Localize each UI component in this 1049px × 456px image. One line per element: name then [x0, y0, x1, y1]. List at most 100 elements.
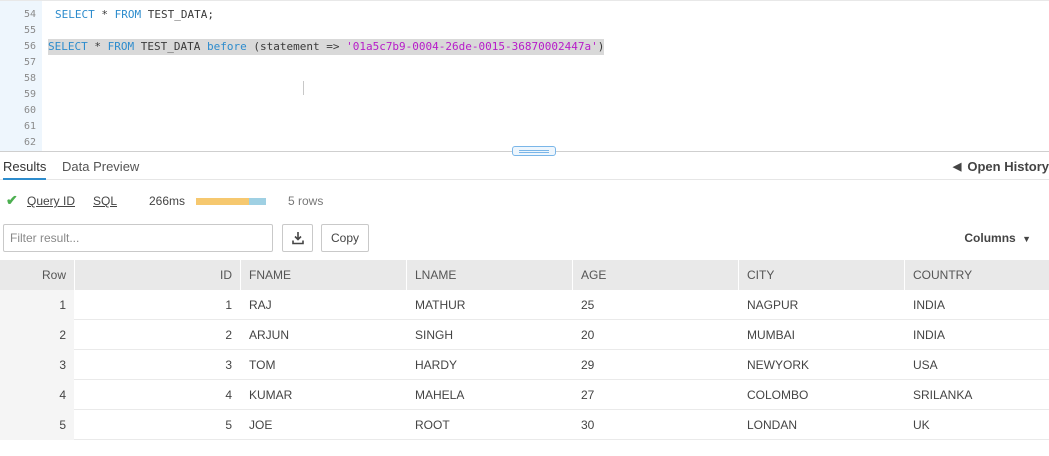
open-history-label: Open History	[967, 159, 1049, 174]
cell-row[interactable]: 5	[0, 410, 66, 440]
code-token: TEST_DATA	[134, 40, 207, 53]
column-divider[interactable]	[74, 260, 75, 290]
sql-keyword: SELECT	[48, 40, 88, 53]
sql-keyword: FROM	[107, 40, 135, 53]
cell-city[interactable]: NAGPUR	[747, 290, 897, 320]
column-header-row[interactable]: Row	[0, 260, 66, 290]
code-line[interactable]: 55	[0, 23, 1049, 39]
cell-row[interactable]: 2	[0, 320, 66, 350]
cell-lname[interactable]: HARDY	[415, 350, 565, 380]
cell-country[interactable]: UK	[913, 410, 1043, 440]
checkmark-icon: ✔	[6, 192, 18, 208]
column-divider[interactable]	[738, 260, 739, 290]
code-token: *	[94, 8, 115, 21]
sql-link[interactable]: SQL	[93, 194, 117, 208]
code-token: TEST_DATA;	[141, 8, 214, 21]
code-line[interactable]: 61	[0, 119, 1049, 135]
cell-id[interactable]: 2	[75, 320, 232, 350]
code-line[interactable]: 57	[0, 55, 1049, 71]
cell-age[interactable]: 29	[581, 350, 731, 380]
column-divider[interactable]	[904, 260, 905, 290]
tab-results[interactable]: Results	[3, 159, 47, 180]
cell-id[interactable]: 5	[75, 410, 232, 440]
cell-city[interactable]: COLOMBO	[747, 380, 897, 410]
cell-lname[interactable]: MAHELA	[415, 380, 565, 410]
column-header-city[interactable]: CITY	[747, 260, 897, 290]
code-line[interactable]: 59	[0, 87, 1049, 103]
text-cursor-icon	[301, 81, 307, 95]
column-header-lname[interactable]: LNAME	[415, 260, 565, 290]
row-count: 5 rows	[288, 194, 324, 208]
cell-lname[interactable]: ROOT	[415, 410, 565, 440]
code-line[interactable]: 60	[0, 103, 1049, 119]
column-header-age[interactable]: AGE	[581, 260, 731, 290]
cell-id[interactable]: 3	[75, 350, 232, 380]
cell-fname[interactable]: JOE	[249, 410, 399, 440]
sql-keyword: SELECT	[55, 8, 95, 21]
line-number: 57	[23, 57, 36, 68]
table-row[interactable]: 1 1 RAJ MATHUR 25 NAGPUR INDIA	[0, 290, 1049, 320]
column-divider[interactable]	[240, 260, 241, 290]
table-row[interactable]: 3 3 TOM HARDY 29 NEWYORK USA	[0, 350, 1049, 380]
line-number: 58	[23, 73, 36, 84]
line-number: 59	[23, 89, 36, 100]
column-divider[interactable]	[406, 260, 407, 290]
cell-age[interactable]: 20	[581, 320, 731, 350]
cell-country[interactable]: SRILANKA	[913, 380, 1043, 410]
column-divider[interactable]	[572, 260, 573, 290]
cell-country[interactable]: INDIA	[913, 320, 1043, 350]
results-toolbar: Copy Columns ▼	[0, 224, 1049, 253]
code-token: )	[597, 40, 605, 53]
columns-dropdown[interactable]: Columns ▼	[964, 231, 1031, 245]
open-history-button[interactable]: ◀ Open History	[953, 159, 1049, 174]
line-number: 54	[23, 9, 36, 20]
cell-fname[interactable]: KUMAR	[249, 380, 399, 410]
line-number: 60	[23, 105, 36, 116]
code-line[interactable]: 56 SELECT * FROM TEST_DATA before (statem…	[0, 39, 1049, 55]
column-header-country[interactable]: COUNTRY	[913, 260, 1043, 290]
table-row[interactable]: 4 4 KUMAR MAHELA 27 COLOMBO SRILANKA	[0, 380, 1049, 410]
line-number: 62	[23, 137, 36, 148]
cell-row[interactable]: 3	[0, 350, 66, 380]
table-row[interactable]: 2 2 ARJUN SINGH 20 MUMBAI INDIA	[0, 320, 1049, 350]
cell-row[interactable]: 4	[0, 380, 66, 410]
column-header-fname[interactable]: FNAME	[249, 260, 399, 290]
results-grid: Row ID FNAME LNAME AGE CITY COUNTRY 1 1 RAJ MATHU…	[0, 260, 1049, 440]
cell-city[interactable]: MUMBAI	[747, 320, 897, 350]
grid-body: 1 1 RAJ MATHUR 25 NAGPUR INDIA 2 2 ARJUN SINGH 20 MU…	[0, 290, 1049, 440]
cell-row[interactable]: 1	[0, 290, 66, 320]
table-row[interactable]: 5 5 JOE ROOT 30 LONDAN UK	[0, 410, 1049, 440]
cell-country[interactable]: INDIA	[913, 290, 1043, 320]
code-line[interactable]: 54 SELECT * FROM TEST_DATA;	[0, 7, 1049, 23]
cell-city[interactable]: LONDAN	[747, 410, 897, 440]
download-button[interactable]	[282, 224, 313, 252]
cell-fname[interactable]: TOM	[249, 350, 399, 380]
cell-fname[interactable]: ARJUN	[249, 320, 399, 350]
query-id-link[interactable]: Query ID	[27, 194, 75, 208]
code-text: SELECT * FROM TEST_DATA;	[55, 7, 214, 23]
duration-bar	[196, 198, 266, 205]
caret-down-icon: ▼	[1022, 234, 1031, 244]
cell-age[interactable]: 30	[581, 410, 731, 440]
code-line[interactable]: 58	[0, 71, 1049, 87]
cell-id[interactable]: 1	[75, 290, 232, 320]
tab-data-preview[interactable]: Data Preview	[62, 159, 139, 180]
code-token: *	[87, 40, 108, 53]
filter-result-input[interactable]	[3, 224, 273, 252]
grid-header: Row ID FNAME LNAME AGE CITY COUNTRY	[0, 260, 1049, 290]
cell-age[interactable]: 25	[581, 290, 731, 320]
cell-id[interactable]: 4	[75, 380, 232, 410]
sql-keyword: FROM	[114, 8, 142, 21]
cell-age[interactable]: 27	[581, 380, 731, 410]
cell-city[interactable]: NEWYORK	[747, 350, 897, 380]
selected-statement: SELECT * FROM TEST_DATA before (statemen…	[48, 39, 605, 55]
cell-country[interactable]: USA	[913, 350, 1043, 380]
code-token: (statement =>	[246, 40, 347, 53]
line-number: 55	[23, 25, 36, 36]
cell-lname[interactable]: MATHUR	[415, 290, 565, 320]
copy-button[interactable]: Copy	[321, 224, 369, 252]
cell-fname[interactable]: RAJ	[249, 290, 399, 320]
sql-editor[interactable]: 54 SELECT * FROM TEST_DATA; 55 56 SELECT * F…	[0, 0, 1049, 151]
column-header-id[interactable]: ID	[75, 260, 232, 290]
cell-lname[interactable]: SINGH	[415, 320, 565, 350]
